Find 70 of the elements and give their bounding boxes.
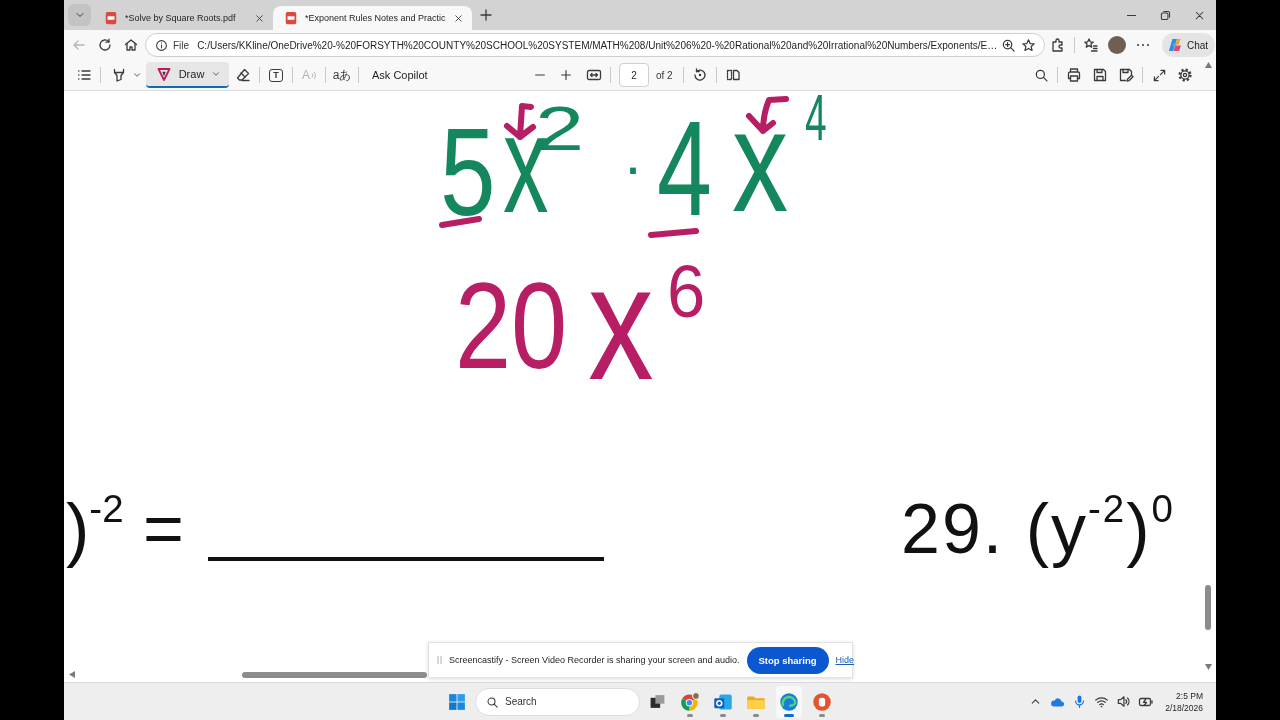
expand-icon[interactable] [1151,67,1167,83]
close-icon[interactable] [452,12,464,24]
ask-copilot-button[interactable]: Ask Copilot [366,65,434,85]
draw-button[interactable]: Draw [146,62,229,88]
page-number-field[interactable]: 2 [619,63,649,87]
scrollbar-thumb[interactable] [1205,585,1211,630]
handwritten-text: x [732,90,789,235]
puzzle-piece-icon[interactable] [1050,37,1066,53]
scroll-down-arrow-icon[interactable] [1204,664,1212,670]
handwritten-text: · [623,137,643,198]
refresh-icon[interactable] [97,37,113,53]
drag-handle-icon[interactable] [437,655,442,665]
close-icon[interactable] [254,12,265,24]
round-app-icon [812,691,832,712]
scroll-up-arrow-icon[interactable] [1204,62,1212,68]
caret-icon [211,69,221,79]
handwritten-text: 4 [805,84,827,150]
notification-message: Screencastify - Screen Video Recorder is sharing your screen and audio. [449,655,740,665]
rotate-icon[interactable] [691,67,708,83]
chat-button[interactable]: Chat [1162,33,1216,57]
wifi-icon[interactable] [1094,694,1110,709]
favorites-icon[interactable] [1083,37,1099,53]
fit-width-icon[interactable] [586,67,602,83]
pen-tip-icon [156,66,172,82]
document-icon [284,11,298,25]
overlapping-squares-icon[interactable] [648,693,666,710]
translate-icon[interactable]: aあ [332,68,352,82]
favorite-star-icon[interactable] [1021,37,1036,53]
document-icon [104,11,118,25]
home-icon[interactable] [123,37,139,53]
printer-icon[interactable] [1066,67,1082,83]
highlighter-icon[interactable] [111,67,127,83]
search-icon[interactable] [1033,67,1049,83]
swirl-circle-icon [779,691,799,712]
url-text: C:/Users/KKline/OneDrive%20-%20FORSYTH%20COUNTY%20SCHOOL%20SYSTEM/MATH%208/Unit%206%20-%20Rational%20and%20Irrational%20Numbers/Exponents/E… [197,39,996,51]
info-icon[interactable] [155,38,168,52]
profile-avatar[interactable] [1108,36,1126,54]
save-as-icon[interactable] [1118,67,1134,83]
page-count: of 2 [656,69,673,81]
url-scheme: File [173,39,190,51]
stop-sharing-button[interactable]: Stop sharing [746,646,829,674]
restore-icon[interactable] [1158,8,1172,22]
handwritten-text: 5 [440,109,496,235]
clock-date: 2/18/2026 [1165,701,1203,714]
caret-icon[interactable] [132,70,142,80]
start-icon[interactable] [448,692,466,711]
browser-tab[interactable]: *Exponent Rules Notes and Practic [273,6,472,30]
logo-icon [1167,37,1183,53]
text-box-icon[interactable]: T [269,68,283,82]
taskbar-app-button[interactable] [776,685,802,718]
clock-time: 2:5 PM [1176,689,1203,702]
zoom-in-icon[interactable] [1001,37,1016,53]
search-icon [486,695,499,709]
scroll-left-arrow-icon[interactable] [69,671,75,678]
browser-tab[interactable]: *Solve by Square Roots.pdf [93,6,273,30]
page-view-icon[interactable] [724,67,741,83]
segmented-ring-icon [680,691,700,712]
handwritten-text: x [588,241,654,406]
settings-icon[interactable] [1177,67,1193,83]
speaker-icon[interactable] [1116,694,1132,709]
eraser-icon[interactable] [235,67,251,83]
handwritten-text: 6 [667,255,706,330]
save-icon[interactable] [1092,67,1108,83]
taskbar-search-field[interactable]: Search [475,687,640,716]
handwritten-text: 20 [455,263,568,387]
scrollbar-thumb[interactable] [242,671,427,678]
handwritten-text: 4 [657,100,712,236]
address-field[interactable]: File C:/Users/KKline/OneDrive%20-%20FORSYTH%20COUNTY%20SCHOOL%20SYSTEM/MATH%208/Unit%206%20-%20Rational%20and%20Irrational%20Numbers/Exponents/E… [145,33,1045,57]
hide-link[interactable]: Hide [835,655,855,665]
list-icon[interactable] [76,67,92,83]
